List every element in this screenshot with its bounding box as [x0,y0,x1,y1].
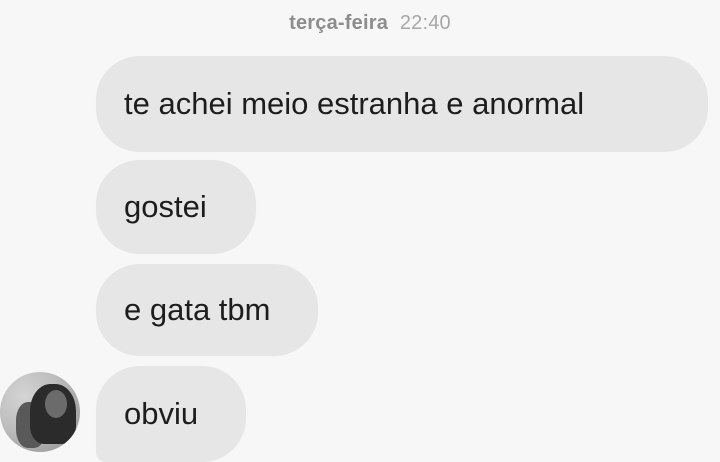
message-timestamp: terça-feira 22:40 [0,12,720,35]
message-text: te achei meio estranha e anormal [124,86,585,121]
message-text: e gata tbm [124,292,271,327]
message-bubble[interactable]: te achei meio estranha e anormal [96,56,708,152]
message-bubble[interactable]: gostei [96,160,256,254]
message-bubble[interactable]: obviu [96,366,246,462]
sender-avatar[interactable] [0,372,80,452]
message-text: obviu [124,396,199,431]
avatar-photo-shape [45,390,67,418]
timestamp-day: terça-feira [289,12,389,34]
chat-thread: terça-feira 22:40 te achei meio estranha… [0,0,720,462]
timestamp-time: 22:40 [399,12,451,34]
message-bubble[interactable]: e gata tbm [96,264,318,356]
message-text: gostei [124,189,207,224]
